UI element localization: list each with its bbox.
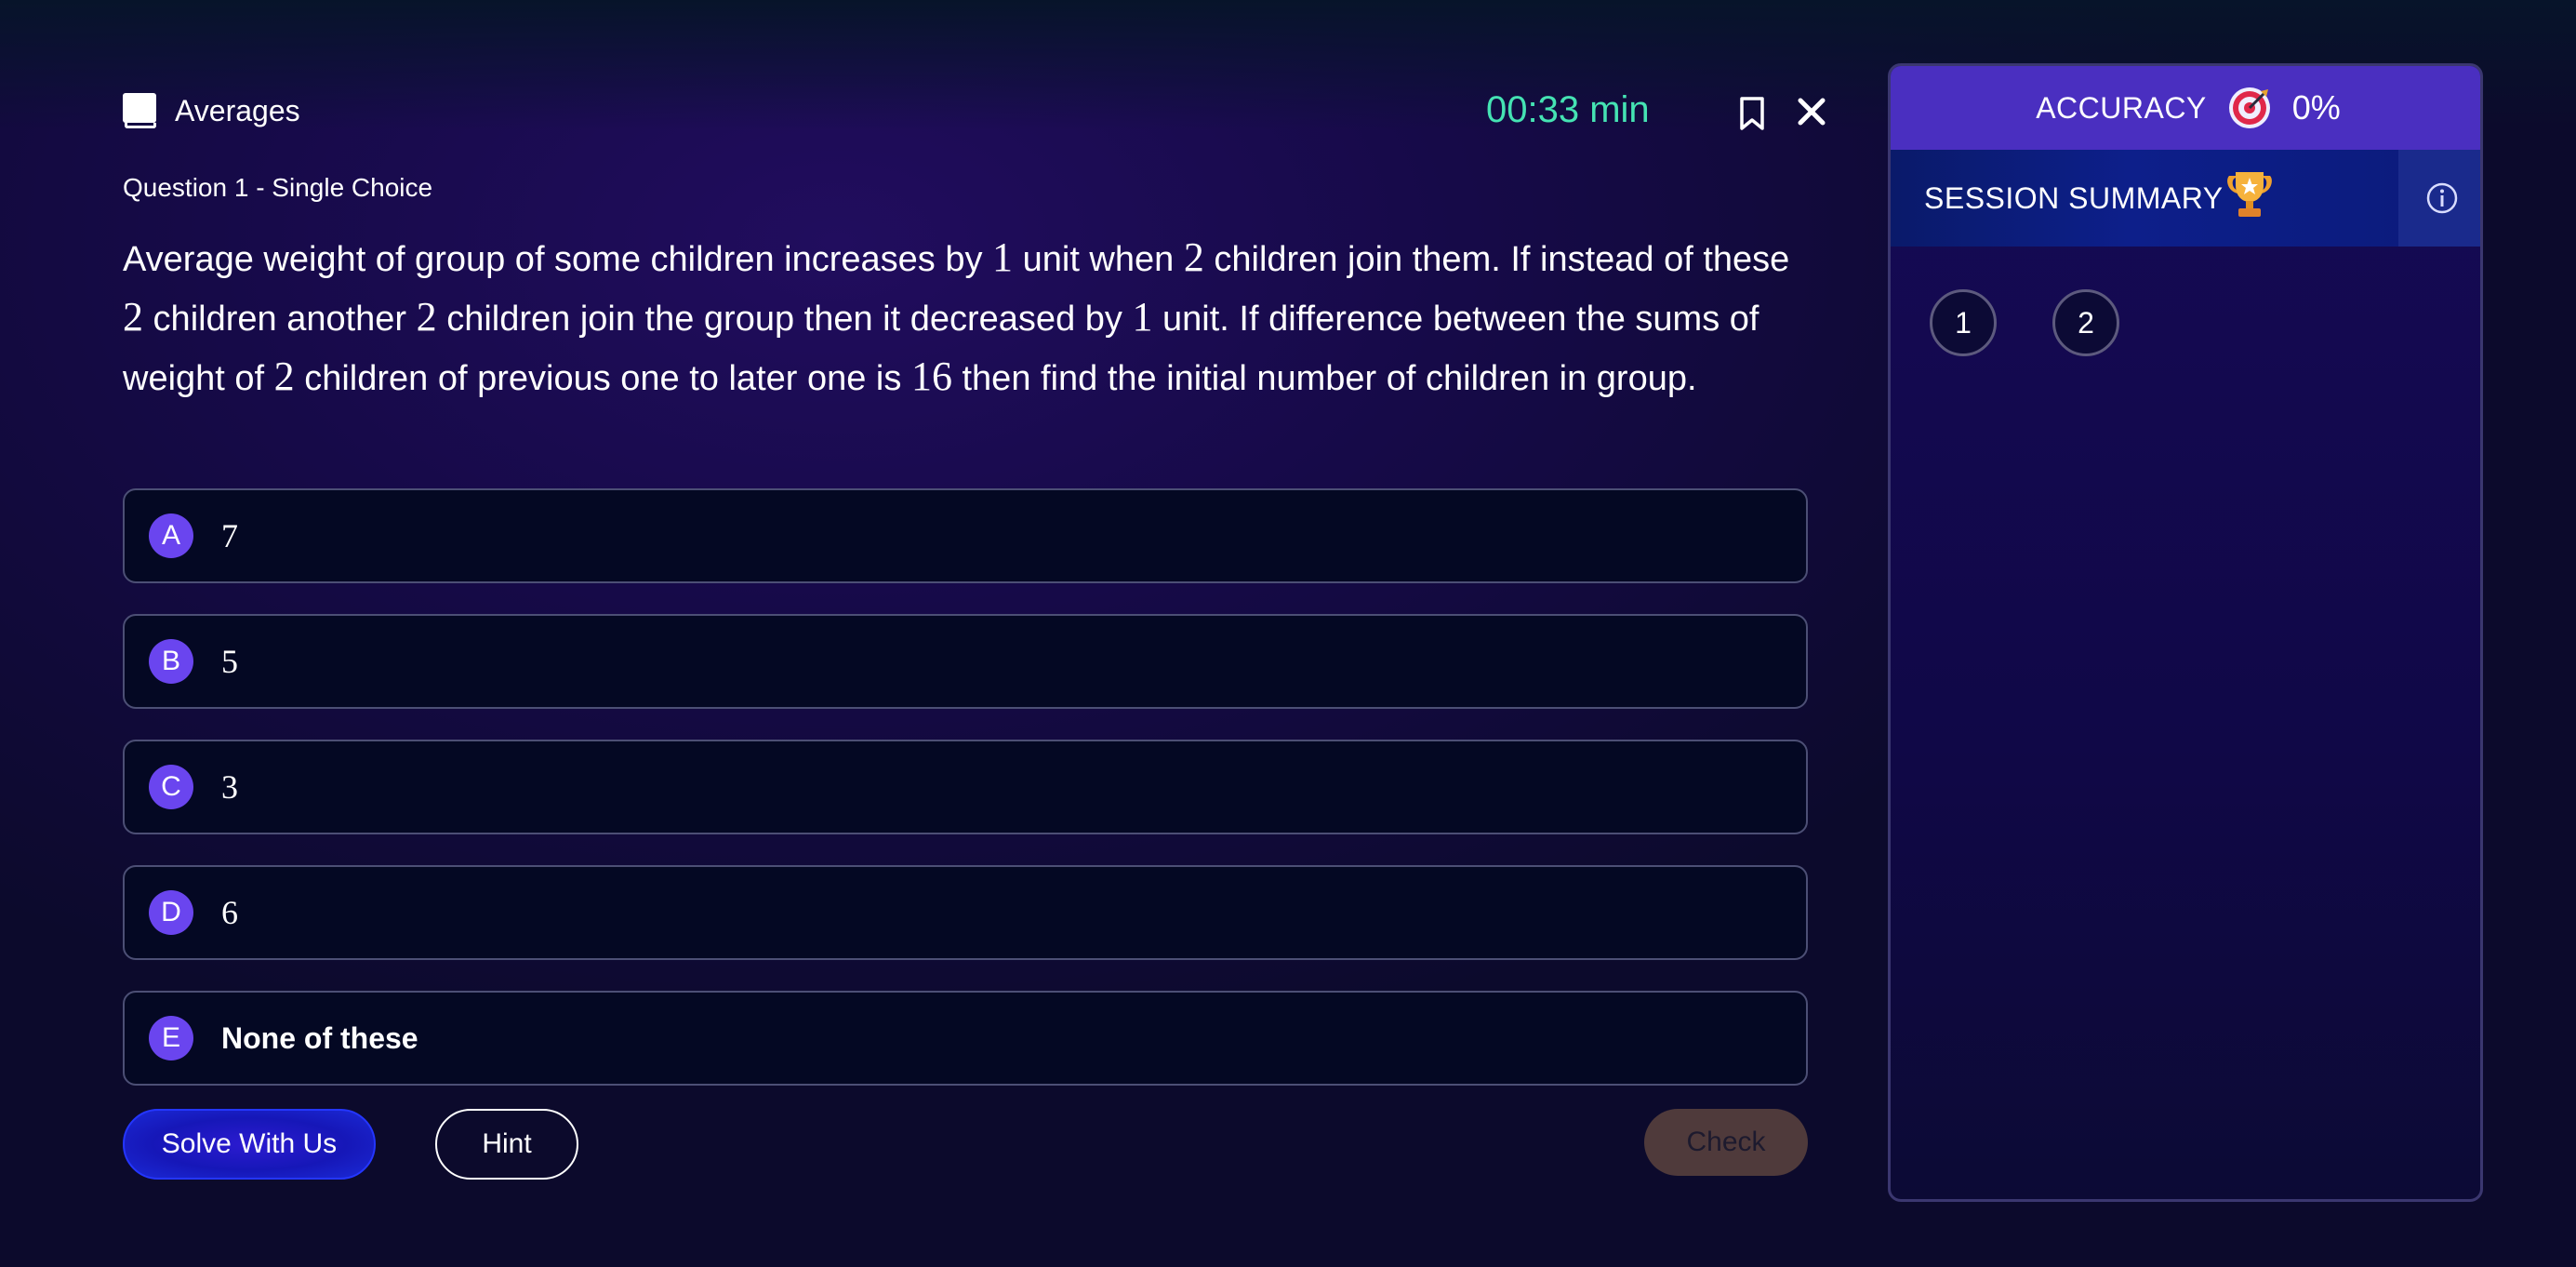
accuracy-label: ACCURACY bbox=[2036, 90, 2207, 125]
question-fragment: Average weight of group of some children… bbox=[123, 240, 993, 279]
info-button[interactable] bbox=[2398, 150, 2480, 247]
accuracy-value: 0% bbox=[2291, 88, 2341, 127]
question-fragment: children another bbox=[143, 300, 417, 339]
question-number: 16 bbox=[910, 353, 952, 399]
info-icon bbox=[2426, 182, 2458, 214]
question-number: 2 bbox=[273, 353, 295, 399]
hint-button[interactable]: Hint bbox=[435, 1109, 578, 1180]
option-text: None of these bbox=[221, 1020, 418, 1055]
option-text: 6 bbox=[221, 894, 238, 931]
question-number: 2 bbox=[123, 294, 143, 340]
book-icon bbox=[123, 93, 156, 128]
question-fragment: children join them. If instead of these bbox=[1203, 240, 1790, 279]
accuracy-bar: ACCURACY 0% bbox=[1891, 66, 2480, 150]
option-letter: B bbox=[149, 639, 193, 684]
session-panel: ACCURACY 0% SESSION SUMMARY 1 2 bbox=[1888, 63, 2483, 1202]
option-e[interactable]: E None of these bbox=[123, 991, 1808, 1086]
question-navigator: 1 2 bbox=[1930, 289, 2119, 356]
question-area: Averages 00:33 min Question 1 - Single C… bbox=[123, 0, 1826, 1267]
check-button[interactable]: Check bbox=[1644, 1109, 1808, 1176]
question-header: Averages 00:33 min bbox=[123, 89, 1826, 138]
bookmark-icon[interactable] bbox=[1733, 95, 1771, 132]
session-summary-bar: SESSION SUMMARY bbox=[1891, 150, 2480, 247]
timer: 00:33 min bbox=[1486, 89, 1650, 130]
option-b[interactable]: B 5 bbox=[123, 614, 1808, 709]
option-d[interactable]: D 6 bbox=[123, 865, 1808, 960]
option-letter: E bbox=[149, 1016, 193, 1060]
option-letter: A bbox=[149, 513, 193, 558]
question-fragment: children of previous one to later one is bbox=[294, 359, 911, 398]
question-fragment: unit when bbox=[1013, 240, 1184, 279]
question-number: 2 bbox=[1183, 234, 1204, 280]
option-text: 3 bbox=[221, 768, 238, 806]
topic: Averages bbox=[123, 93, 300, 128]
question-number: 2 bbox=[416, 294, 437, 340]
option-letter: C bbox=[149, 765, 193, 809]
session-summary-label: SESSION SUMMARY bbox=[1924, 181, 2224, 215]
question-fragment: then find the initial number of children… bbox=[951, 359, 1697, 398]
option-c[interactable]: C 3 bbox=[123, 740, 1808, 834]
options-list: A 7 B 5 C 3 D 6 E None of these bbox=[123, 488, 1812, 1087]
close-icon[interactable] bbox=[1793, 93, 1830, 130]
option-a[interactable]: A 7 bbox=[123, 488, 1808, 583]
option-text: 7 bbox=[221, 517, 238, 554]
trophy-icon bbox=[2227, 172, 2272, 217]
question-number: 1 bbox=[1132, 294, 1153, 340]
question-fragment: children join the group then it decrease… bbox=[436, 300, 1133, 339]
target-icon bbox=[2228, 87, 2270, 128]
question-bubble-2[interactable]: 2 bbox=[2052, 289, 2119, 356]
topic-label: Averages bbox=[175, 93, 300, 127]
option-letter: D bbox=[149, 890, 193, 935]
question-bubble-1[interactable]: 1 bbox=[1930, 289, 1997, 356]
action-bar: Solve With Us Hint Check bbox=[123, 1109, 1808, 1180]
question-number: 1 bbox=[992, 234, 1014, 280]
question-type: Question 1 - Single Choice bbox=[123, 173, 433, 202]
option-text: 5 bbox=[221, 643, 238, 680]
question-text: Average weight of group of some children… bbox=[123, 229, 1810, 407]
solve-with-us-button[interactable]: Solve With Us bbox=[123, 1109, 376, 1180]
